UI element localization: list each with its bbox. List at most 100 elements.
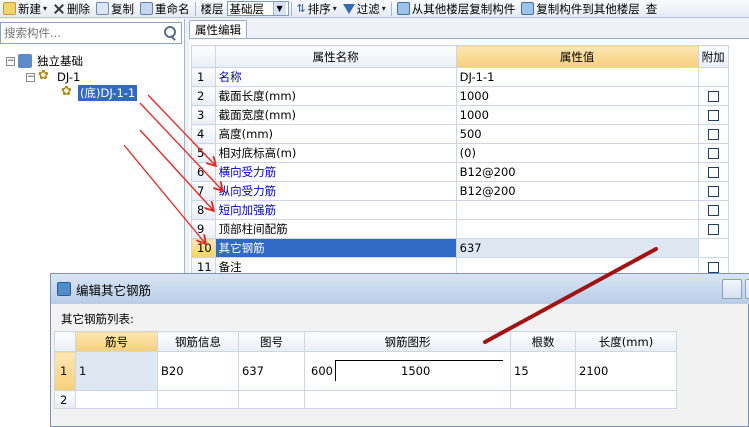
copy-from-floor-button[interactable]: 从其他楼层复制构件 [394,0,519,17]
extra-checkbox[interactable] [707,91,719,102]
header-count[interactable]: 根数 [510,331,576,352]
count-cell[interactable]: 15 [510,351,576,391]
count-cell[interactable] [510,390,576,409]
property-value-cell[interactable]: 500 [455,124,699,144]
dropdown-caret-icon: ▾ [332,4,337,13]
copy-from-floor-icon [396,2,410,15]
tab-property-edit[interactable]: 属性编辑 [189,20,247,38]
bar-number-cell[interactable]: 1 [75,351,158,391]
extra-cell [697,105,729,125]
dialog-app-icon [57,282,71,296]
shape-number-cell[interactable] [238,390,305,409]
row-number[interactable]: 5 [191,143,216,163]
copy-to-floor-button[interactable]: 复制构件到其他楼层 [518,0,643,17]
header-length[interactable]: 长度(mm) [575,331,677,352]
collapse-icon[interactable]: − [6,56,15,66]
property-value-cell[interactable]: 1000 [455,105,699,125]
property-value-cell[interactable]: B12@200 [455,181,699,201]
extra-checkbox[interactable] [707,205,719,216]
shape-number-cell[interactable]: 637 [238,351,305,391]
extra-cell [697,143,729,163]
bar-number-cell[interactable] [75,390,158,409]
dialog-title-bar[interactable]: 编辑其它钢筋 [51,274,749,304]
header-property-name[interactable]: 属性名称 [214,45,457,68]
property-value-cell[interactable]: B12@200 [455,162,699,182]
table-row: 3 截面宽度(mm) 1000 [191,105,729,125]
table-row: 9 顶部柱间配筋 [191,219,729,239]
property-name-cell[interactable]: 其它钢筋 [214,238,457,258]
sort-icon: ⇅ [296,2,306,15]
header-bar-number[interactable]: 筋号 [75,331,158,352]
property-name-cell[interactable]: 顶部柱间配筋 [214,219,457,239]
row-number[interactable]: 9 [191,219,216,239]
chevron-down-icon[interactable]: ▼ [272,2,286,15]
property-value-cell[interactable] [455,200,699,220]
extra-checkbox[interactable] [707,186,719,197]
bar-info-cell[interactable] [157,390,239,409]
extra-checkbox[interactable] [707,167,719,178]
row-number[interactable]: 10 [191,238,216,258]
row-number[interactable]: 1 [191,67,216,87]
header-bar-shape[interactable]: 钢筋图形 [304,331,511,352]
property-name-cell[interactable]: 纵向受力筋 [214,181,457,201]
extra-checkbox[interactable] [707,262,719,273]
search-input[interactable] [1,24,162,42]
toolbar-divider [290,1,292,16]
property-value-cell[interactable] [455,219,699,239]
row-number[interactable]: 7 [191,181,216,201]
header-shape-number[interactable]: 图号 [238,331,305,352]
header-corner [191,45,216,68]
extra-checkbox[interactable] [707,129,719,140]
row-number[interactable]: 2 [54,390,76,409]
extra-checkbox[interactable] [707,110,719,121]
rename-button[interactable]: 重命名 [137,0,193,17]
property-name-cell[interactable]: 横向受力筋 [214,162,457,182]
delete-button[interactable]: 删除 [50,0,93,17]
row-number[interactable]: 3 [191,105,216,125]
maximize-button[interactable] [745,279,749,299]
property-name-cell[interactable]: 高度(mm) [214,124,457,144]
property-value-cell[interactable]: DJ-1-1 [455,67,699,87]
row-number[interactable]: 4 [191,124,216,144]
dropdown-caret-icon: ▾ [381,4,386,13]
property-name-cell[interactable]: 截面宽度(mm) [214,105,457,125]
tree-node-dj-1-1[interactable]: (底)DJ-1-1 [61,84,139,102]
collapse-icon[interactable]: − [26,72,35,82]
property-value-cell[interactable]: (0) [455,143,699,163]
extra-checkbox[interactable] [707,224,719,235]
length-cell[interactable]: 2100 [575,351,677,391]
minimize-button[interactable] [722,279,742,299]
bar-shape-cell[interactable] [304,390,511,409]
sort-button[interactable]: ⇅ 排序 ▾ [294,0,340,17]
bar-shape-cell[interactable]: 600 1500 [304,351,511,391]
property-value-cell[interactable]: 1000 [455,86,699,106]
row-number[interactable]: 6 [191,162,216,182]
bar-info-cell[interactable]: B20 [157,351,239,391]
toolbar-divider [194,1,196,16]
row-number[interactable]: 1 [54,351,76,391]
property-name-cell[interactable]: 短向加强筋 [214,200,457,220]
header-property-value[interactable]: 属性值 [455,45,699,68]
property-grid-header: 属性名称 属性值 附加 [191,45,729,68]
new-button[interactable]: 新建 ▾ [0,0,50,17]
copy-button[interactable]: 复制 [93,0,137,17]
filter-button[interactable]: 过滤 ▾ [340,0,389,17]
length-cell[interactable] [575,390,677,409]
find-button[interactable]: 查 [643,0,661,17]
component-icon [38,68,52,84]
extra-cell [697,238,729,258]
tree-node-dj-1[interactable]: − DJ-1 [26,68,82,85]
floor-label: 楼层 [200,1,224,16]
header-bar-info[interactable]: 钢筋信息 [157,331,239,352]
property-name-cell[interactable]: 截面长度(mm) [214,86,457,106]
floor-select[interactable]: 基础层 ▼ [226,1,289,16]
extra-checkbox[interactable] [707,148,719,159]
header-extra[interactable]: 附加 [697,45,729,68]
property-name-cell[interactable]: 相对底标高(m) [214,143,457,163]
tree-node-root[interactable]: − 独立基础 [6,53,85,69]
property-name-cell[interactable]: 名称 [214,67,457,87]
row-number[interactable]: 2 [191,86,216,106]
search-icon[interactable] [162,25,178,41]
property-value-cell[interactable]: 637 [455,238,699,258]
row-number[interactable]: 8 [191,200,216,220]
